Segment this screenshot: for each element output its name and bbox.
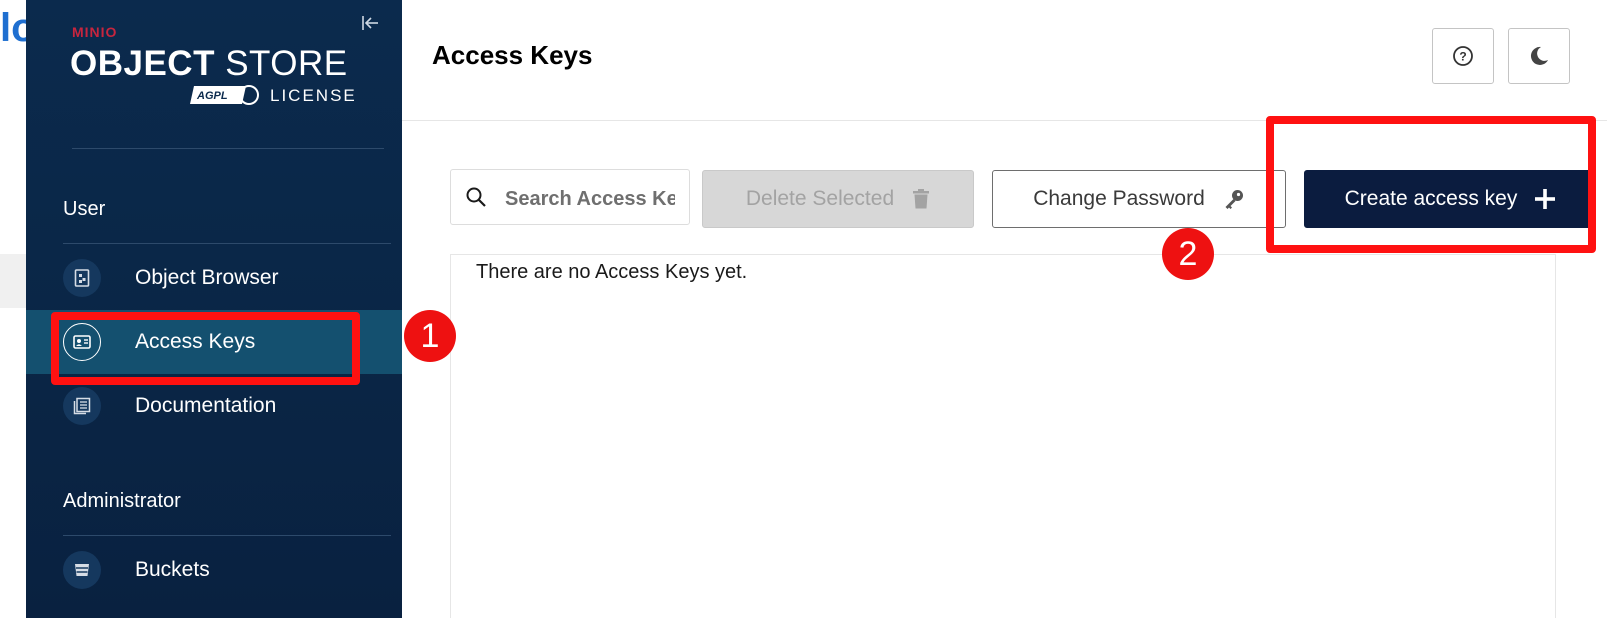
agpl-logo: AGPL xyxy=(190,85,259,105)
sidebar-item-label: Documentation xyxy=(135,394,277,417)
object-browser-icon xyxy=(63,259,101,297)
sidebar-item-label: Buckets xyxy=(135,558,210,581)
sidebar: MINIO OBJECT STORE AGPL LICENSE User Obj… xyxy=(26,0,402,618)
background-text: lo xyxy=(0,6,26,50)
section-divider xyxy=(63,243,391,244)
step-badge-2: 2 xyxy=(1162,228,1214,280)
brand-license: LICENSE xyxy=(270,86,357,105)
highlight-box-access-keys xyxy=(51,312,360,385)
brand-object: OBJECT xyxy=(70,44,215,83)
svg-text:?: ? xyxy=(1459,50,1466,64)
help-icon: ? xyxy=(1453,46,1473,66)
change-password-label: Change Password xyxy=(1033,187,1205,210)
theme-toggle-button[interactable] xyxy=(1508,28,1570,84)
section-divider xyxy=(63,535,391,536)
section-title-administrator: Administrator xyxy=(63,490,181,512)
collapse-sidebar-icon[interactable] xyxy=(359,14,381,36)
sidebar-item-object-browser[interactable]: Object Browser xyxy=(26,246,402,310)
search-input[interactable] xyxy=(503,184,677,214)
brand-object-store: OBJECT STORE xyxy=(70,44,348,84)
trash-icon xyxy=(912,189,930,209)
documentation-icon xyxy=(63,387,101,425)
help-button[interactable]: ? xyxy=(1432,28,1494,84)
step-badge-1: 1 xyxy=(404,310,456,362)
buckets-icon xyxy=(63,551,101,589)
search-access-keys-box[interactable] xyxy=(450,169,690,225)
page-header: Access Keys ? xyxy=(402,0,1607,121)
search-icon xyxy=(465,186,487,213)
section-title-user: User xyxy=(63,198,106,220)
access-keys-list: There are no Access Keys yet. xyxy=(450,254,1556,618)
dark-mode-moon-icon xyxy=(1530,46,1548,65)
brand-minio: MINIO xyxy=(72,24,118,40)
delete-selected-button[interactable]: Delete Selected xyxy=(702,170,974,228)
agpl-text: AGPL xyxy=(196,90,228,102)
page-title: Access Keys xyxy=(432,40,593,70)
sidebar-item-buckets[interactable]: Buckets xyxy=(26,538,402,602)
brand-store: STORE xyxy=(214,44,348,83)
background-row xyxy=(0,254,26,308)
brand-divider xyxy=(72,148,384,149)
delete-selected-label: Delete Selected xyxy=(745,187,895,210)
empty-state-message: There are no Access Keys yet. xyxy=(476,261,748,283)
key-icon xyxy=(1223,188,1245,210)
sidebar-item-label: Object Browser xyxy=(135,266,279,289)
highlight-box-create-key xyxy=(1266,116,1596,253)
change-password-button[interactable]: Change Password xyxy=(992,170,1286,228)
background-window-edge: lo xyxy=(0,0,26,618)
